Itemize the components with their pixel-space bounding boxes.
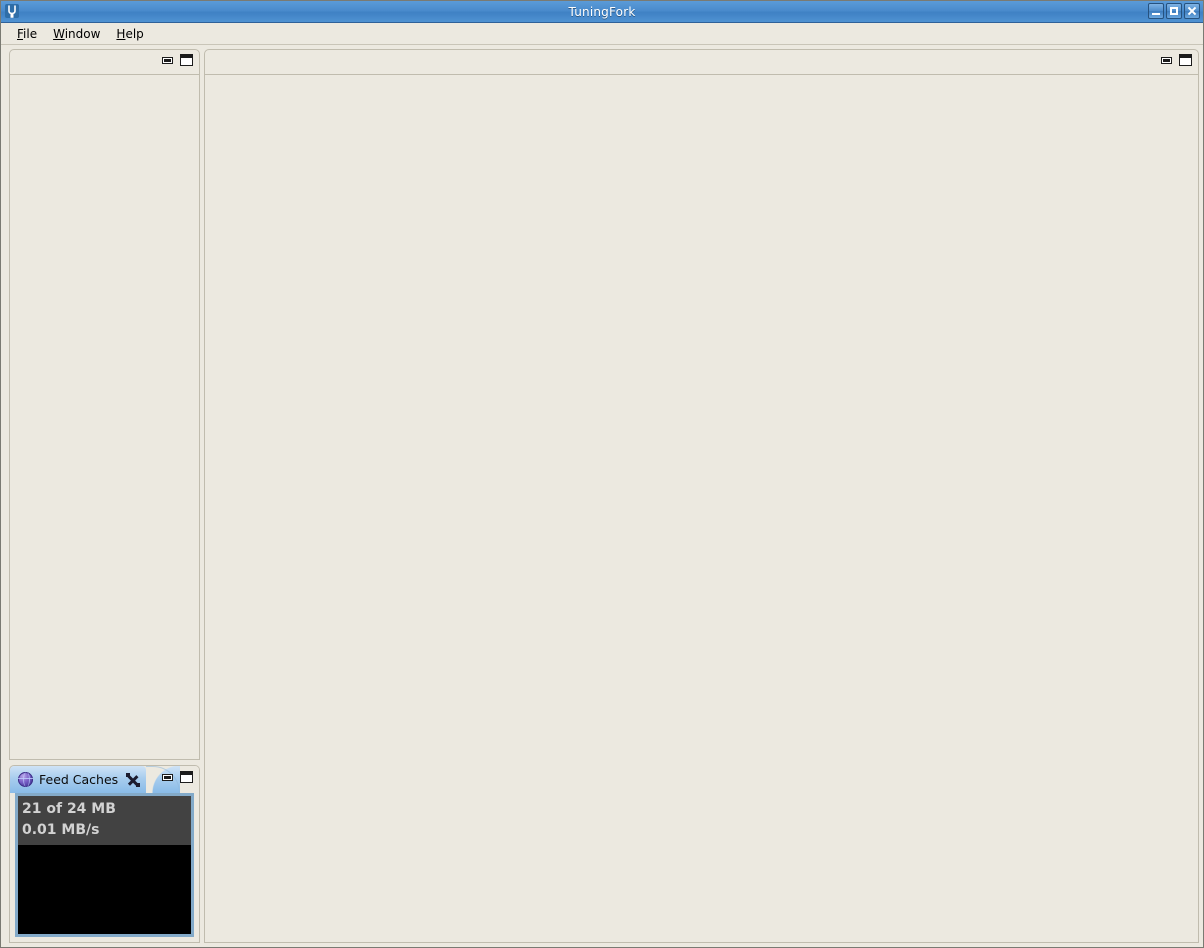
feed-caches-canvas-wrapper: 21 of 24 MB 0.01 MB/s — [10, 793, 199, 942]
maximize-icon[interactable] — [180, 54, 193, 66]
menu-bar: File Window Help — [1, 23, 1203, 45]
minimize-icon[interactable] — [162, 57, 173, 64]
feed-caches-view: Feed Caches 21 of 24 MB 0.01 MB/s — [9, 765, 200, 943]
menu-item-window[interactable]: Window — [45, 25, 108, 43]
tab-feed-caches[interactable]: Feed Caches — [10, 766, 146, 793]
application-window: TuningFork File Window Help — [0, 0, 1204, 948]
maximize-icon[interactable] — [1179, 54, 1192, 66]
minimize-icon[interactable] — [162, 774, 173, 781]
workbench: Feed Caches 21 of 24 MB 0.01 MB/s — [1, 45, 1203, 947]
left-column: Feed Caches 21 of 24 MB 0.01 MB/s — [9, 49, 200, 943]
menu-item-file-label-rest: ile — [23, 27, 37, 41]
editor-area-body — [205, 75, 1198, 942]
left-view-stack-body — [10, 75, 199, 759]
feed-caches-stat-size: 21 of 24 MB — [22, 799, 187, 820]
menu-item-help[interactable]: Help — [108, 25, 151, 43]
feed-caches-canvas[interactable]: 21 of 24 MB 0.01 MB/s — [15, 793, 194, 937]
window-title: TuningFork — [1, 5, 1203, 19]
feed-caches-actions — [162, 771, 193, 783]
feed-caches-stat-rate: 0.01 MB/s — [22, 820, 187, 841]
feed-caches-stats: 21 of 24 MB 0.01 MB/s — [18, 796, 191, 845]
globe-icon — [18, 772, 33, 787]
left-view-stack-header — [10, 50, 199, 75]
feed-caches-tab-row: Feed Caches — [10, 766, 199, 793]
feed-caches-plot — [18, 845, 191, 934]
window-close-button[interactable] — [1184, 3, 1200, 19]
tab-feed-caches-label: Feed Caches — [39, 772, 118, 787]
editor-area-actions — [1161, 54, 1192, 66]
right-column — [204, 49, 1199, 943]
menu-item-help-label-rest: elp — [125, 27, 143, 41]
minimize-icon[interactable] — [1161, 57, 1172, 64]
window-controls — [1148, 3, 1200, 19]
title-bar[interactable]: TuningFork — [1, 1, 1203, 23]
left-view-stack — [9, 49, 200, 760]
menu-item-window-label-rest: indow — [65, 27, 101, 41]
window-maximize-button[interactable] — [1166, 3, 1182, 19]
close-icon[interactable] — [126, 773, 140, 787]
window-minimize-button[interactable] — [1148, 3, 1164, 19]
maximize-icon[interactable] — [180, 771, 193, 783]
editor-area-header — [205, 50, 1198, 75]
tuning-fork-icon — [3, 2, 21, 22]
menu-item-file[interactable]: File — [9, 25, 45, 43]
editor-area — [204, 49, 1199, 943]
left-view-stack-actions — [162, 54, 193, 66]
